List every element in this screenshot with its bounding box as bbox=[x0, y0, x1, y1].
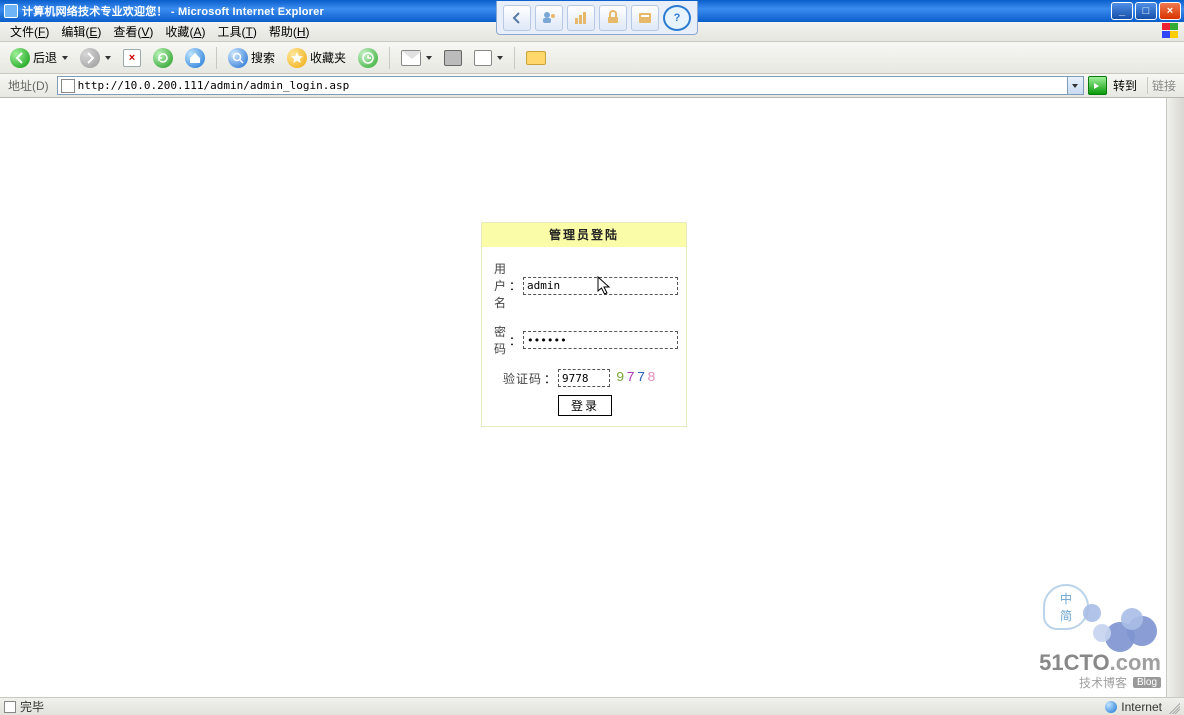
watermark-blog-badge: Blog bbox=[1133, 677, 1161, 688]
password-row: 密 码： bbox=[492, 323, 678, 357]
window-title: 计算机网络技术专业欢迎您！ - Microsoft Internet Explo… bbox=[22, 3, 324, 19]
watermark: 中 简 51CTO.com 技术博客 Blog bbox=[1039, 572, 1161, 691]
login-submit-button[interactable]: 登录 bbox=[558, 395, 612, 416]
address-bar: 地址(D) 转到 链接 bbox=[0, 74, 1184, 98]
page-icon bbox=[61, 79, 75, 93]
page-icon bbox=[4, 701, 16, 713]
watermark-flower-icon: 中 简 bbox=[1061, 572, 1161, 652]
address-input[interactable] bbox=[78, 77, 1067, 94]
close-button[interactable]: × bbox=[1159, 2, 1181, 20]
floating-toolbar: ? bbox=[496, 1, 698, 35]
watermark-subline: 技术博客 Blog bbox=[1039, 674, 1161, 691]
print-icon bbox=[444, 50, 462, 66]
go-button[interactable] bbox=[1088, 76, 1107, 95]
captcha-label: 验证码 bbox=[492, 370, 542, 387]
star-icon bbox=[287, 48, 307, 68]
favorites-button[interactable]: 收藏夹 bbox=[283, 46, 350, 70]
status-text: 完毕 bbox=[20, 698, 44, 715]
menu-edit[interactable]: 编辑(E) bbox=[55, 21, 107, 42]
ie-icon bbox=[4, 4, 18, 18]
chevron-down-icon bbox=[62, 56, 68, 60]
back-label: 后退 bbox=[33, 49, 57, 66]
mail-icon bbox=[401, 50, 421, 66]
username-input[interactable] bbox=[523, 277, 678, 295]
mail-button[interactable] bbox=[397, 46, 436, 70]
username-row: 用户名： bbox=[492, 260, 678, 311]
back-icon bbox=[10, 48, 30, 68]
back-button[interactable]: 后退 bbox=[6, 46, 72, 70]
home-button[interactable] bbox=[181, 46, 209, 70]
username-label: 用户名 bbox=[492, 260, 507, 311]
go-label: 转到 bbox=[1111, 77, 1139, 94]
resize-grip-icon[interactable] bbox=[1166, 700, 1180, 714]
floating-button-2[interactable] bbox=[567, 5, 595, 31]
password-label: 密 码 bbox=[492, 323, 507, 357]
status-bar: 完毕 Internet bbox=[0, 697, 1184, 715]
menu-file[interactable]: 文件(F) bbox=[4, 21, 55, 42]
chevron-down-icon bbox=[105, 56, 111, 60]
search-icon bbox=[228, 48, 248, 68]
menu-tools[interactable]: 工具(T) bbox=[211, 21, 262, 42]
password-input[interactable] bbox=[523, 331, 678, 349]
captcha-input[interactable] bbox=[558, 369, 610, 387]
internet-zone-icon bbox=[1105, 701, 1117, 713]
toolbar-separator bbox=[514, 47, 515, 69]
captcha-image: 9778 bbox=[616, 370, 658, 386]
home-icon bbox=[185, 48, 205, 68]
search-button[interactable]: 搜索 bbox=[224, 46, 279, 70]
captcha-row: 验证码： 9778 bbox=[492, 369, 678, 387]
history-icon bbox=[358, 48, 378, 68]
forward-icon bbox=[80, 48, 100, 68]
main-toolbar: 后退 × 搜索 收藏夹 bbox=[0, 42, 1184, 74]
titlebar-left: 计算机网络技术专业欢迎您！ - Microsoft Internet Explo… bbox=[4, 3, 324, 19]
windows-flag-icon bbox=[1162, 23, 1182, 39]
refresh-button[interactable] bbox=[149, 46, 177, 70]
floating-button-4[interactable] bbox=[631, 5, 659, 31]
address-label: 地址(D) bbox=[4, 77, 53, 94]
menu-favorites[interactable]: 收藏(A) bbox=[159, 21, 211, 42]
floating-button-1[interactable] bbox=[535, 5, 563, 31]
stop-icon: × bbox=[123, 49, 141, 67]
page-content: 管理员登陆 用户名： 密 码： 验证码： 9778 登录 bbox=[0, 98, 1184, 697]
stop-button[interactable]: × bbox=[119, 46, 145, 70]
history-button[interactable] bbox=[354, 46, 382, 70]
address-dropdown-button[interactable] bbox=[1067, 77, 1083, 94]
floating-help-button[interactable]: ? bbox=[663, 5, 691, 31]
toolbar-separator bbox=[389, 47, 390, 69]
print-button[interactable] bbox=[440, 46, 466, 70]
status-left: 完毕 bbox=[4, 698, 44, 715]
toolbar-separator bbox=[216, 47, 217, 69]
address-combo[interactable] bbox=[57, 76, 1084, 95]
links-label[interactable]: 链接 bbox=[1147, 77, 1180, 94]
folder-icon bbox=[526, 51, 546, 65]
minimize-button[interactable]: _ bbox=[1111, 2, 1133, 20]
floating-button-3[interactable] bbox=[599, 5, 627, 31]
watermark-stamp: 中 简 bbox=[1043, 584, 1089, 630]
menu-help[interactable]: 帮助(H) bbox=[263, 21, 316, 42]
edit-icon bbox=[474, 50, 492, 66]
window-buttons: _ □ × bbox=[1111, 2, 1181, 20]
floating-back-button[interactable] bbox=[503, 5, 531, 31]
favorites-label: 收藏夹 bbox=[310, 49, 346, 66]
chevron-down-icon bbox=[497, 56, 503, 60]
login-card: 管理员登陆 用户名： 密 码： 验证码： 9778 登录 bbox=[481, 222, 687, 427]
search-label: 搜索 bbox=[251, 49, 275, 66]
refresh-icon bbox=[153, 48, 173, 68]
chevron-down-icon bbox=[426, 56, 432, 60]
folder-button[interactable] bbox=[522, 46, 550, 70]
menu-view[interactable]: 查看(V) bbox=[107, 21, 159, 42]
forward-button[interactable] bbox=[76, 46, 115, 70]
edit-button[interactable] bbox=[470, 46, 507, 70]
watermark-logo: 51CTO.com bbox=[1039, 652, 1161, 674]
login-title: 管理员登陆 bbox=[482, 223, 686, 248]
zone-label: Internet bbox=[1121, 700, 1162, 714]
maximize-button[interactable]: □ bbox=[1135, 2, 1157, 20]
status-right: Internet bbox=[1105, 700, 1180, 714]
